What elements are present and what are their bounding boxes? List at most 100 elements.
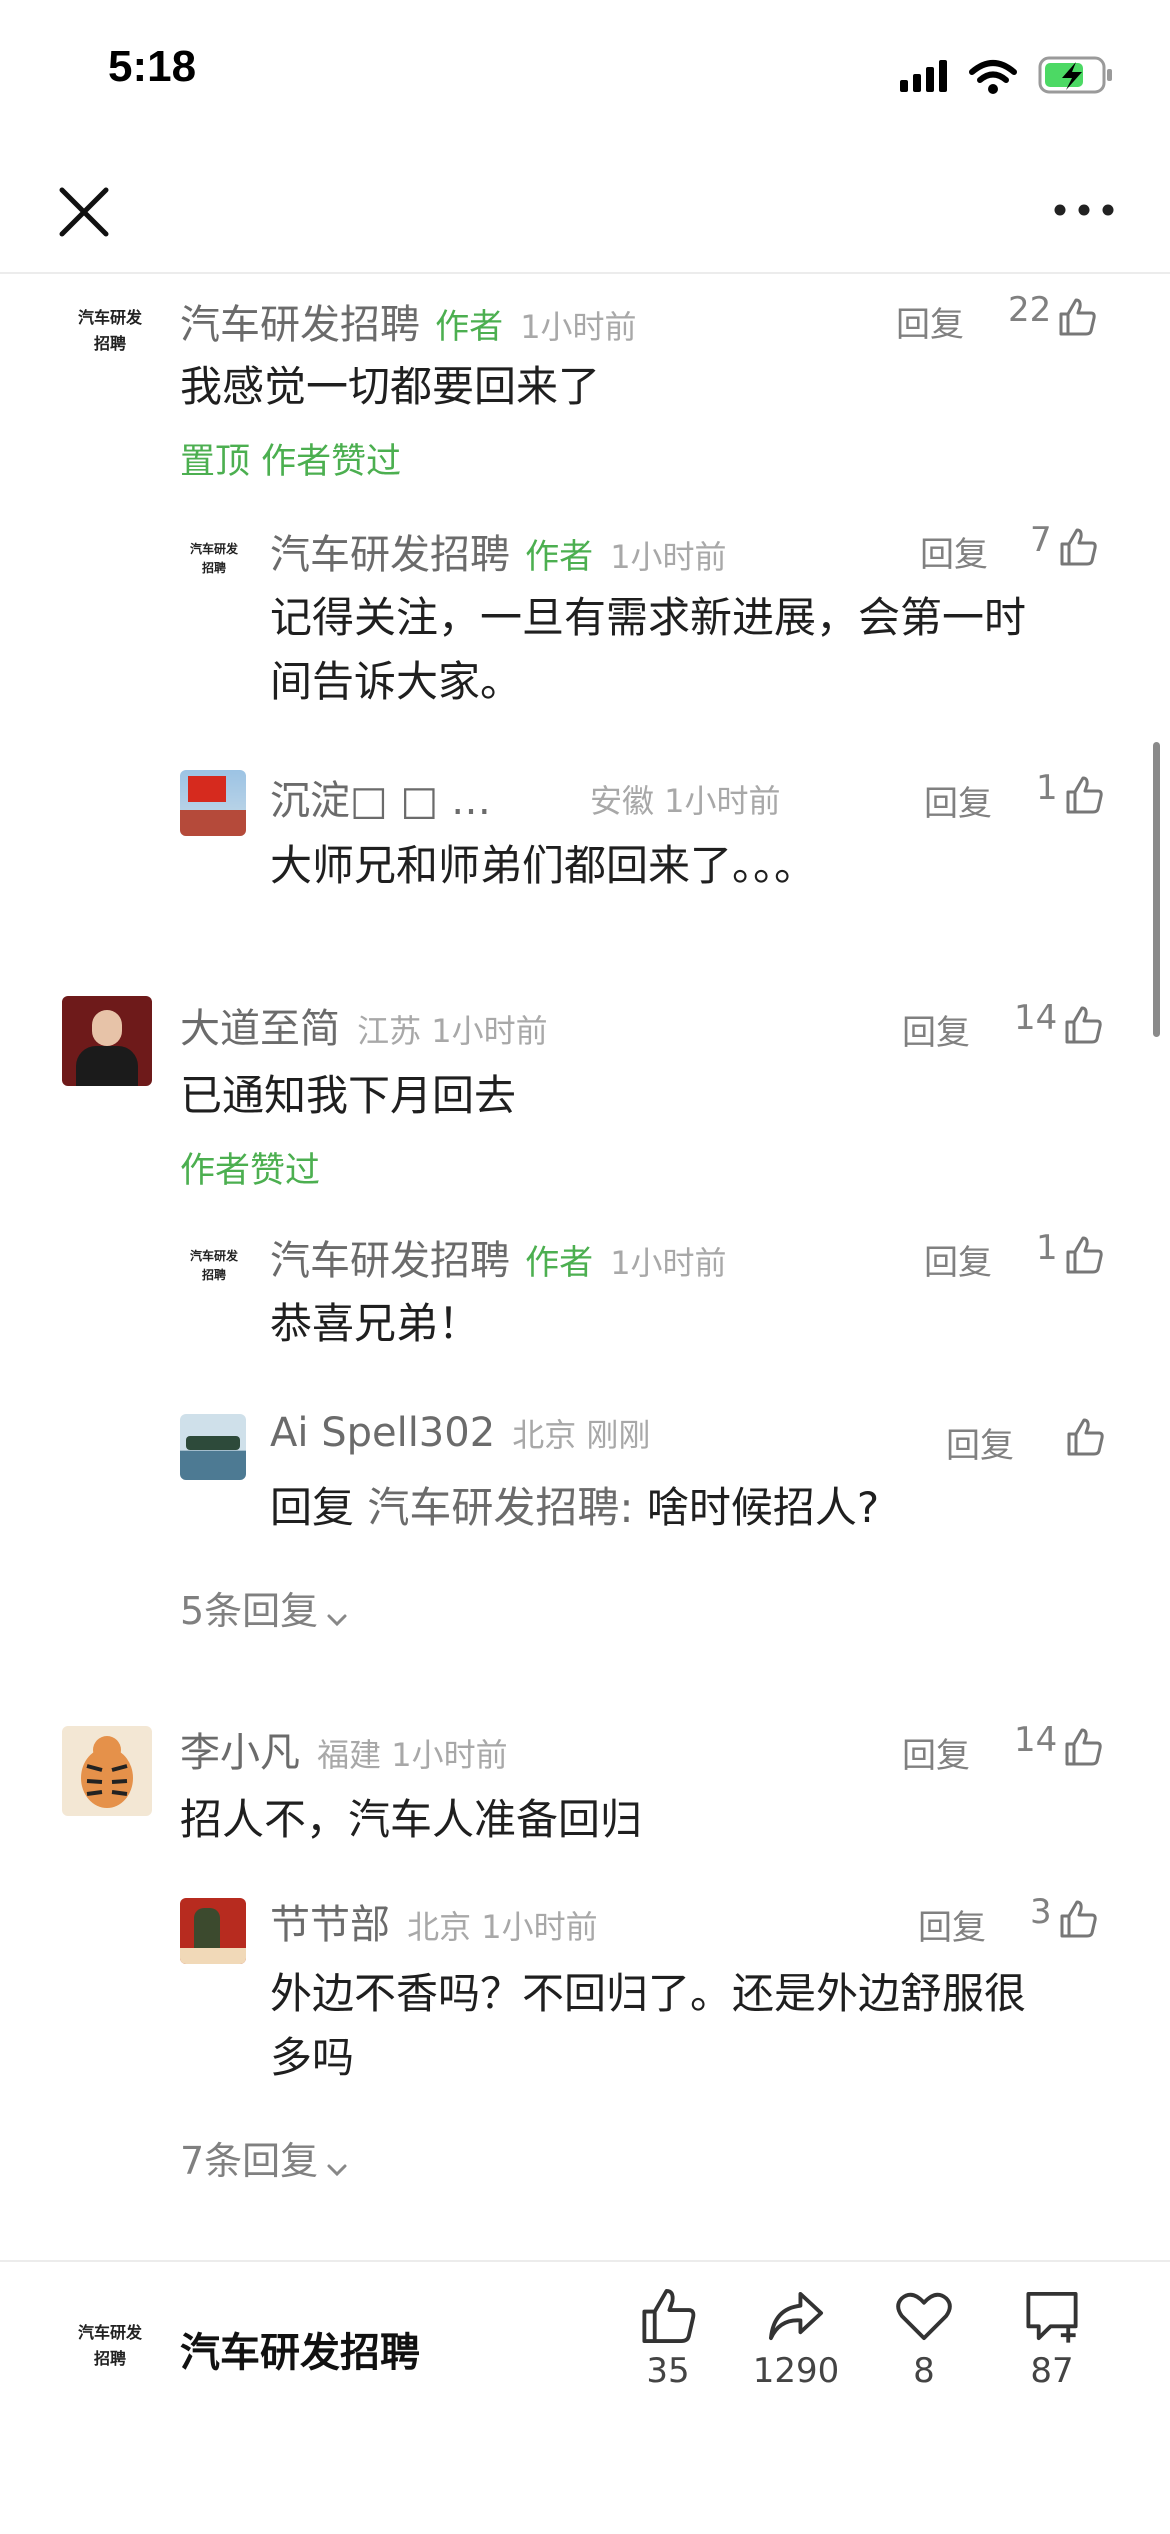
top-bar bbox=[0, 150, 1170, 274]
commenter-name[interactable]: 汽车研发招聘 bbox=[270, 1238, 510, 1284]
chevron-down-icon bbox=[327, 1614, 347, 1626]
favorite-action[interactable]: 8 bbox=[864, 2285, 984, 2391]
commenter-name[interactable]: 大道至简 bbox=[180, 1006, 340, 1052]
comment-content: 我感觉一切都要回来了 bbox=[180, 362, 601, 411]
share-count: 1290 bbox=[752, 2351, 840, 2391]
thumbs-up-icon bbox=[1065, 1728, 1103, 1765]
like-count: 7 bbox=[1030, 520, 1052, 560]
commenter-name[interactable]: 李小凡 bbox=[180, 1730, 300, 1776]
avatar[interactable] bbox=[180, 770, 246, 836]
reply-button[interactable]: 回复 bbox=[902, 1005, 970, 1054]
like-button[interactable]: 3 bbox=[1030, 1892, 1099, 1940]
more-replies-button[interactable]: 7条回复 bbox=[180, 2130, 351, 2185]
reply-button[interactable]: 回复 bbox=[918, 1900, 986, 1949]
commenter-name[interactable]: 沉淀□ □ … bbox=[270, 778, 491, 824]
comment-content: 回复 汽车研发招聘: 啥时候招人? bbox=[270, 1476, 879, 1540]
like-button[interactable]: 22 bbox=[1008, 290, 1098, 338]
scrollbar[interactable] bbox=[1153, 742, 1160, 1037]
commenter-name[interactable]: 汽车研发招聘 bbox=[180, 302, 420, 348]
reply-prefix: 回复 bbox=[270, 1483, 368, 1532]
like-action[interactable]: 35 bbox=[608, 2285, 728, 2391]
avatar-text-line: 汽车研发 bbox=[77, 2323, 142, 2342]
like-button[interactable]: 14 bbox=[1014, 1720, 1104, 1768]
like-button[interactable]: 14 bbox=[1014, 998, 1104, 1046]
close-icon bbox=[59, 187, 109, 237]
chevron-down-icon bbox=[327, 2164, 347, 2176]
author-tag: 作者 bbox=[435, 307, 504, 347]
like-count: 14 bbox=[1014, 1720, 1058, 1760]
comment-meta: 1小时前 bbox=[520, 308, 637, 346]
reply-button[interactable]: 回复 bbox=[946, 1418, 1014, 1467]
reply-header: 汽车研发招聘 作者 1小时前 bbox=[270, 522, 727, 580]
comment-add-icon bbox=[1026, 2291, 1078, 2343]
poster-banner bbox=[180, 1948, 246, 1964]
comment-meta: 福建 1小时前 bbox=[317, 1736, 508, 1774]
avatar[interactable] bbox=[62, 996, 152, 1086]
reply-button[interactable]: 回复 bbox=[902, 1728, 970, 1777]
more-options-button[interactable] bbox=[1050, 195, 1118, 225]
share-action[interactable]: 1290 bbox=[736, 2285, 856, 2391]
close-button[interactable] bbox=[52, 180, 116, 244]
thumbs-up-icon bbox=[1059, 298, 1097, 335]
commenter-name[interactable]: 节节部 bbox=[270, 1902, 390, 1948]
reply-button[interactable]: 回复 bbox=[896, 297, 964, 346]
reply-header: 汽车研发招聘 作者 1小时前 bbox=[270, 1228, 727, 1286]
comment-meta: 1小时前 bbox=[610, 1244, 727, 1282]
reply-button[interactable]: 回复 bbox=[924, 776, 992, 825]
comment-content: 恭喜兄弟！ bbox=[270, 1299, 481, 1348]
reply-header: 沉淀□ □ … bbox=[270, 768, 491, 826]
avatar[interactable]: 汽车研发 招聘 bbox=[178, 1247, 250, 1285]
like-count: 22 bbox=[1008, 290, 1052, 330]
tiger-icon bbox=[81, 1736, 133, 1808]
comment-content: 大师兄和师弟们都回来了。。。 bbox=[270, 841, 817, 890]
thumbs-up-icon bbox=[1066, 1236, 1103, 1273]
comment-header: 大道至简 江苏 1小时前 bbox=[180, 996, 548, 1054]
share-icon bbox=[768, 2291, 824, 2341]
more-replies-label: 7条回复 bbox=[180, 2139, 319, 2183]
avatar-text-line: 汽车研发 bbox=[189, 542, 238, 556]
avatar-text-line: 招聘 bbox=[93, 2348, 126, 2368]
status-icons bbox=[900, 50, 1120, 100]
avatar[interactable] bbox=[180, 1414, 246, 1480]
like-count: 3 bbox=[1030, 1892, 1052, 1932]
like-count: 14 bbox=[1014, 998, 1058, 1038]
avatar[interactable]: 汽车研发 招聘 bbox=[62, 305, 158, 356]
thumbs-up-icon bbox=[642, 2288, 696, 2344]
avatar-text-line: 招聘 bbox=[201, 1268, 226, 1283]
status-time: 5:18 bbox=[108, 42, 197, 91]
avatar-text-line: 招聘 bbox=[201, 561, 226, 576]
heart-icon bbox=[896, 2292, 952, 2341]
comment-count: 87 bbox=[1030, 2351, 1074, 2391]
comment-action[interactable]: 87 bbox=[992, 2285, 1112, 2391]
more-replies-label: 5条回复 bbox=[180, 1589, 319, 1633]
avatar-text-line: 汽车研发 bbox=[189, 1249, 238, 1263]
comment-content-line: 多吗 bbox=[270, 2033, 355, 2082]
comment-meta: 北京 刚刚 bbox=[512, 1416, 651, 1454]
comment-meta: 江苏 1小时前 bbox=[357, 1012, 548, 1050]
commenter-name[interactable]: 汽车研发招聘 bbox=[270, 532, 510, 578]
avatar[interactable]: 汽车研发 招聘 bbox=[178, 540, 250, 578]
account-name[interactable]: 汽车研发招聘 bbox=[180, 2320, 420, 2378]
crowd-image bbox=[180, 810, 246, 836]
avatar[interactable]: 汽车研发 招聘 bbox=[62, 2320, 158, 2371]
comment-content: 已通知我下月回去 bbox=[180, 1071, 517, 1120]
commenter-name[interactable]: Ai Spell302 bbox=[270, 1410, 495, 1456]
reply-button[interactable]: 回复 bbox=[924, 1235, 992, 1284]
reply-target[interactable]: 汽车研发招聘: bbox=[367, 1483, 633, 1532]
like-button[interactable] bbox=[1064, 1410, 1106, 1458]
avatar[interactable] bbox=[62, 1726, 152, 1816]
comment-meta: 1小时前 bbox=[610, 538, 727, 576]
like-button[interactable]: 1 bbox=[1036, 1228, 1105, 1276]
comment-header: 汽车研发招聘 作者 1小时前 bbox=[180, 292, 637, 350]
reply-text: 啥时候招人? bbox=[633, 1483, 880, 1532]
reply-header: Ai Spell302 北京 刚刚 bbox=[270, 1410, 650, 1456]
comment-note: 作者赞过 bbox=[180, 1151, 321, 1191]
like-button[interactable]: 7 bbox=[1030, 520, 1099, 568]
like-button[interactable]: 1 bbox=[1036, 768, 1105, 816]
more-replies-button[interactable]: 5条回复 bbox=[180, 1580, 351, 1635]
reply-button[interactable]: 回复 bbox=[920, 527, 988, 576]
avatar-text-line: 招聘 bbox=[93, 333, 126, 353]
thumbs-up-icon bbox=[1060, 528, 1097, 565]
avatar[interactable] bbox=[180, 1898, 246, 1964]
thumbs-up-icon bbox=[1066, 776, 1103, 813]
